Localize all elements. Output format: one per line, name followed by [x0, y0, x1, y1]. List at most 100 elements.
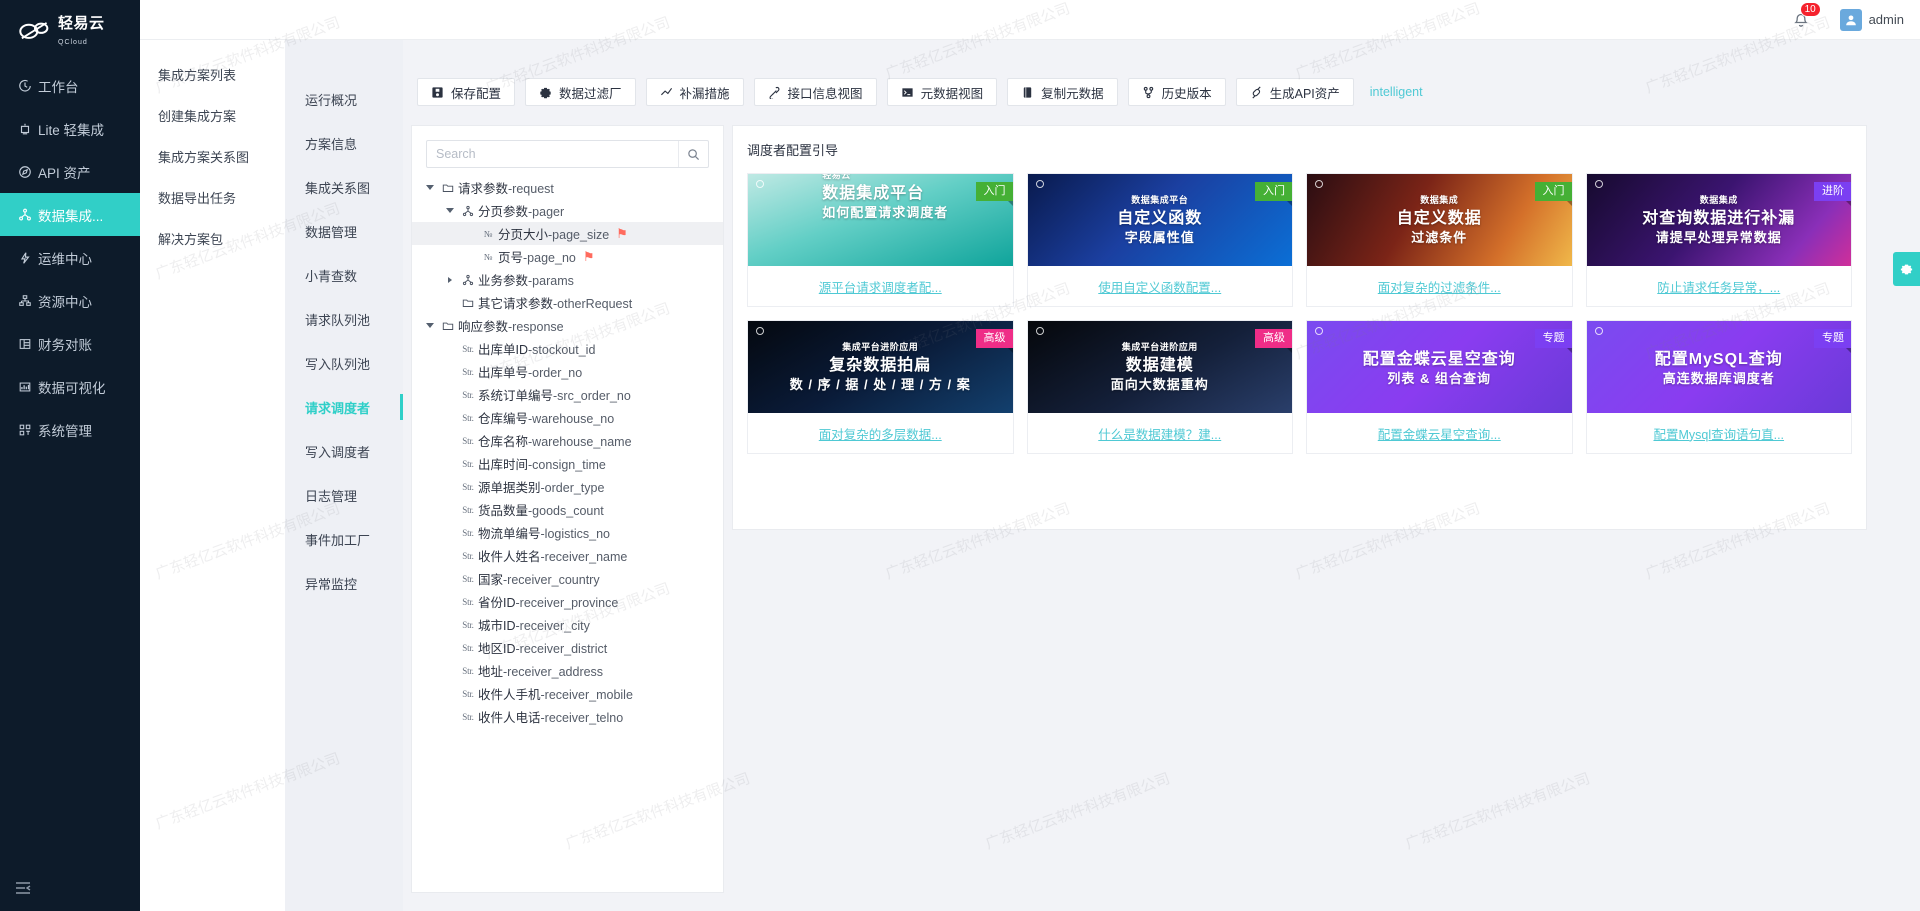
tree-node[interactable]: Str.仓库名称-warehouse_name [412, 429, 723, 452]
chevron-down-icon[interactable] [422, 185, 438, 190]
tree-node[interactable]: Str.收件人手机-receiver_mobile [412, 682, 723, 705]
chevron-down-icon[interactable] [442, 208, 458, 213]
search-input[interactable] [427, 141, 678, 167]
generate-api-asset-button[interactable]: 生成API资产 [1236, 78, 1354, 106]
user-menu[interactable]: admin [1840, 9, 1904, 31]
interface-info-view-button[interactable]: 接口信息视图 [754, 78, 877, 106]
guide-card-caption[interactable]: 面对复杂的多层数据... [748, 413, 1013, 453]
button-label: 生成API资产 [1270, 83, 1340, 102]
sidebar-item-system[interactable]: 系统管理 [0, 408, 140, 451]
history-version-button[interactable]: 历史版本 [1128, 78, 1226, 106]
menu3-item-request-scheduler[interactable]: 请求调度者 [285, 385, 403, 429]
tree-node[interactable]: Str.货品数量-goods_count [412, 498, 723, 521]
tree-node[interactable]: Str.源单据类别-order_type [412, 475, 723, 498]
sidebar-item-resources[interactable]: 资源中心 [0, 279, 140, 322]
menu3-item-data-management[interactable]: 数据管理 [285, 209, 403, 253]
menu3-item-label: 方案信息 [305, 134, 357, 153]
guide-card-thumbnail: 专题配置MySQL查询高连数据库调度者 [1587, 321, 1852, 413]
chevron-right-icon[interactable] [442, 277, 458, 283]
str-icon: Str. [458, 505, 478, 515]
intelligent-link[interactable]: intelligent [1370, 85, 1423, 99]
save-config-button[interactable]: 保存配置 [417, 78, 515, 106]
tree-node[interactable]: 分页参数-pager [412, 199, 723, 222]
notification-bell[interactable]: 10 [1792, 9, 1814, 31]
tree-node[interactable]: Str.出库单ID-stockout_id [412, 337, 723, 360]
sidebar-item-lite[interactable]: Lite 轻集成 [0, 107, 140, 150]
menu3-item-log-management[interactable]: 日志管理 [285, 473, 403, 517]
sidebar-item-data-integration[interactable]: 数据集成... [0, 193, 140, 236]
tree-node[interactable]: 请求参数-request [412, 176, 723, 199]
menu3-item-event-factory[interactable]: 事件加工厂 [285, 517, 403, 561]
tree-node[interactable]: Str.出库单号-order_no [412, 360, 723, 383]
sidebar-item-finance[interactable]: 财务对账 [0, 322, 140, 365]
menu3-item-integration-graph[interactable]: 集成关系图 [285, 165, 403, 209]
guide-card-caption[interactable]: 什么是数据建模？建... [1028, 413, 1293, 453]
tree-node-label: 仓库名称-warehouse_name [478, 431, 632, 450]
menu2-item-solution-graph[interactable]: 集成方案关系图 [140, 136, 285, 177]
menu3-item-query-assistant[interactable]: 小青查数 [285, 253, 403, 297]
guide-card[interactable]: 进阶数据集成对查询数据进行补漏请提早处理异常数据防止请求任务异常，... [1586, 173, 1853, 307]
collapse-icon[interactable] [14, 879, 32, 897]
thumb-brand-mark [1036, 180, 1044, 188]
guide-card[interactable]: 专题配置MySQL查询高连数据库调度者配置Mysql查询语句直... [1586, 320, 1853, 454]
guide-card[interactable]: 高级集成平台进阶应用复杂数据拍扁数 / 序 / 据 / 处 / 理 / 方 / … [747, 320, 1014, 454]
tree-node[interactable]: Str.收件人电话-receiver_telno [412, 705, 723, 728]
guide-card-caption[interactable]: 源平台请求调度者配... [748, 266, 1013, 306]
data-filter-button[interactable]: 数据过滤厂 [525, 78, 636, 106]
search-button[interactable] [678, 141, 708, 167]
menu2-item-solution-list[interactable]: 集成方案列表 [140, 54, 285, 95]
tree-node[interactable]: 其它请求参数-otherRequest [412, 291, 723, 314]
tree-node[interactable]: Str.地址-receiver_address [412, 659, 723, 682]
sidebar-item-workbench[interactable]: 工作台 [0, 64, 140, 107]
menu2-item-export-task[interactable]: 数据导出任务 [140, 177, 285, 218]
tree-node[interactable]: Str.仓库编号-warehouse_no [412, 406, 723, 429]
guide-card[interactable]: 入门轻易云数据集成平台如何配置请求调度者源平台请求调度者配... [747, 173, 1014, 307]
flag-icon[interactable]: ⚑ [583, 250, 595, 263]
button-label: 元数据视图 [921, 83, 984, 102]
tree-node[interactable]: Str.省份ID-receiver_province [412, 590, 723, 613]
sidebar-item-visualization[interactable]: 数据可视化 [0, 365, 140, 408]
sidebar-item-api-assets[interactable]: API 资产 [0, 150, 140, 193]
tree-node[interactable]: Str.出库时间-consign_time [412, 452, 723, 475]
metadata-view-button[interactable]: 元数据视图 [887, 78, 998, 106]
copy-metadata-button[interactable]: 复制元数据 [1007, 78, 1118, 106]
guide-card-thumbnail: 专题配置金蝶云星空查询列表 & 组合查询 [1307, 321, 1572, 413]
menu2-item-solution-package[interactable]: 解决方案包 [140, 218, 285, 259]
chevron-down-icon[interactable] [422, 323, 438, 328]
flag-icon[interactable]: ⚑ [616, 227, 628, 240]
menu3-item-exception-monitor[interactable]: 异常监控 [285, 561, 403, 605]
guide-card[interactable]: 高级集成平台进阶应用数据建模面向大数据重构什么是数据建模？建... [1027, 320, 1294, 454]
menu3-item-request-queue[interactable]: 请求队列池 [285, 297, 403, 341]
menu3-item-overview[interactable]: 运行概况 [285, 77, 403, 121]
tree-node[interactable]: №页号-page_no⚑ [412, 245, 723, 268]
tree-node[interactable]: №分页大小-page_size⚑ [412, 222, 723, 245]
tree-node[interactable]: Str.国家-receiver_country [412, 567, 723, 590]
tree-node[interactable]: Str.系统订单编号-src_order_no [412, 383, 723, 406]
menu3-item-write-queue[interactable]: 写入队列池 [285, 341, 403, 385]
menu3-item-write-scheduler[interactable]: 写入调度者 [285, 429, 403, 473]
guide-card[interactable]: 专题配置金蝶云星空查询列表 & 组合查询配置金蝶云星空查询... [1306, 320, 1573, 454]
sidebar-item-operations[interactable]: 运维中心 [0, 236, 140, 279]
guide-card-thumbnail: 入门数据集成自定义数据过滤条件 [1307, 174, 1572, 266]
tree-node[interactable]: 响应参数-response [412, 314, 723, 337]
brand-logo[interactable]: 轻易云 QCloud [0, 0, 140, 64]
guide-card-thumb-text: 数据集成对查询数据进行补漏请提早处理异常数据 [1642, 195, 1795, 246]
menu2-item-create-solution[interactable]: 创建集成方案 [140, 95, 285, 136]
tree-node[interactable]: Str.物流单编号-logistics_no [412, 521, 723, 544]
tree-node[interactable]: 业务参数-params [412, 268, 723, 291]
guide-card-caption[interactable]: 面对复杂的过滤条件... [1307, 266, 1572, 306]
guide-card[interactable]: 入门数据集成自定义数据过滤条件面对复杂的过滤条件... [1306, 173, 1573, 307]
gap-fix-button[interactable]: 补漏措施 [646, 78, 744, 106]
guide-card-caption[interactable]: 配置Mysql查询语句直... [1587, 413, 1852, 453]
settings-float-button[interactable] [1893, 252, 1920, 286]
guide-card-caption[interactable]: 防止请求任务异常，... [1587, 266, 1852, 306]
tree-node[interactable]: Str.城市ID-receiver_city [412, 613, 723, 636]
tree-node[interactable]: Str.收件人姓名-receiver_name [412, 544, 723, 567]
tree-node[interactable]: Str.地区ID-receiver_district [412, 636, 723, 659]
guide-card-caption[interactable]: 使用自定义函数配置... [1028, 266, 1293, 306]
button-label: 数据过滤厂 [559, 83, 622, 102]
guide-card[interactable]: 入门数据集成平台自定义函数字段属性值使用自定义函数配置... [1027, 173, 1294, 307]
guide-card-caption[interactable]: 配置金蝶云星空查询... [1307, 413, 1572, 453]
menu3-item-solution-info[interactable]: 方案信息 [285, 121, 403, 165]
thumb-line-3: 数 / 序 / 据 / 处 / 理 / 方 / 案 [790, 377, 971, 393]
